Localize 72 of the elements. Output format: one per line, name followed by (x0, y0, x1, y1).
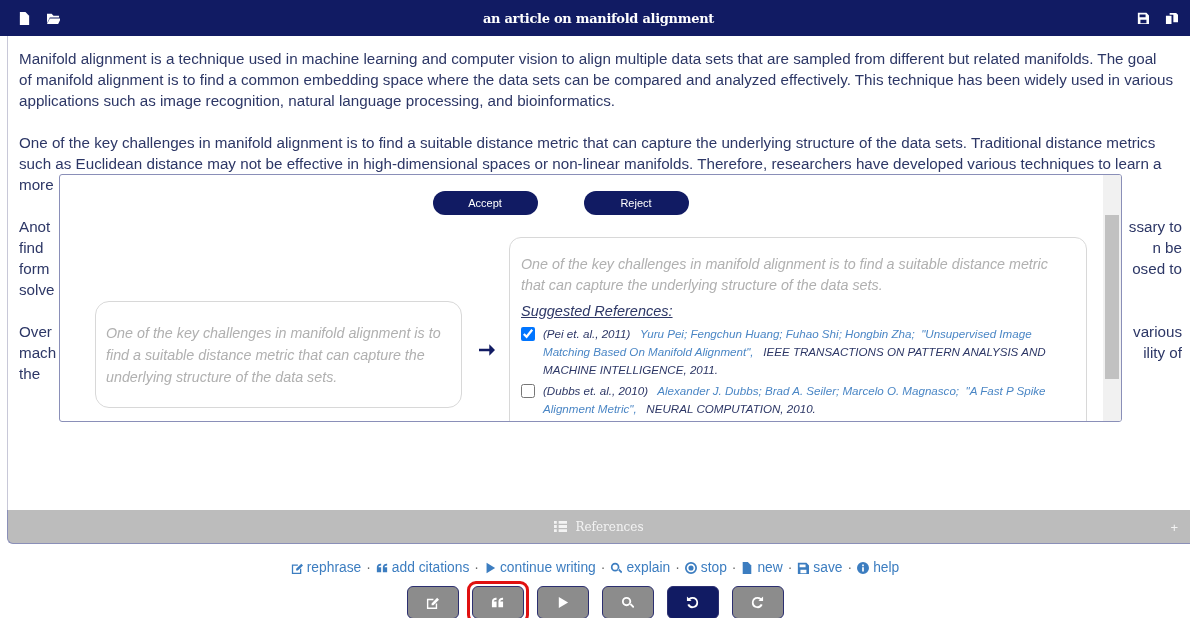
references-heading: Suggested References: (521, 303, 673, 319)
undo-icon (686, 595, 699, 609)
paragraph-text: solve (19, 280, 55, 300)
edit-icon (426, 595, 439, 609)
separator-dot: · (600, 559, 606, 577)
action-link[interactable]: save (797, 558, 843, 579)
scrollbar[interactable] (1103, 175, 1121, 421)
save-icon (797, 562, 810, 575)
action-link[interactable]: new (741, 558, 783, 579)
search-icon (610, 562, 623, 575)
paragraph-text: the (19, 364, 41, 384)
search-icon (621, 595, 634, 609)
document-title: an article on manifold alignment (483, 11, 714, 26)
quote-icon (491, 595, 504, 609)
paragraph-text: of manifold alignment is to find a common embedding space where the data sets can be compared and analyzed effectively. This technique has been widely used in various (19, 70, 1174, 90)
list-icon (554, 520, 568, 533)
redo-icon (751, 595, 764, 609)
paragraph-text: Over (19, 322, 52, 342)
search-button[interactable] (601, 585, 654, 618)
open-folder-button[interactable] (47, 11, 60, 25)
folder-icon (47, 11, 60, 25)
edit-button[interactable] (406, 585, 459, 618)
edit-icon (290, 562, 303, 575)
paragraph-text: Anot (19, 217, 51, 237)
undo-button[interactable] (666, 585, 719, 618)
reference-entry: (Dubbs et. al., 2010) Alexander J. Dubbs; Brad A. Seiler; Marcelo O. Magnasco; "A Fast P Spike Alignment Metric", NEURAL COMPUTATION, 2010. (543, 383, 1047, 417)
paragraph-text: ssary to (1128, 217, 1182, 237)
suggested-text: One of the key challenges in manifold alignment is to find a suitable distance metric that can capture the underlying structure of the data sets. (521, 255, 1049, 295)
paragraph-text: n be (1152, 238, 1182, 258)
new-file-button[interactable] (18, 11, 31, 25)
paragraph-text: One of the key challenges in manifold alignment is to find a suitable distance metric that can capture the underlying structure of the data sets. Traditional distance metrics (19, 133, 1156, 153)
paragraph-text: Manifold alignment is a technique used in machine learning and computer vision to align multiple data sets that are sampled from different but related manifolds. The goal (19, 49, 1157, 69)
file-icon (18, 11, 31, 25)
action-link[interactable]: continue writing (483, 558, 596, 579)
play-icon (556, 595, 569, 609)
accept-button[interactable]: Accept (432, 191, 538, 215)
action-link[interactable]: add citations (375, 558, 470, 579)
reference-entry: (Pei et. al., 2011) Yuru Pei; Fengchun Huang; Fuhao Shi; Hongbin Zha; "Unsupervised Image Matching Based On Manifold Alignment", IEEE TRANSACTIONS ON PATTERN ANALYSIS AND MACHINE INTELLIGENCE, 2011. (543, 326, 1047, 378)
separator-dot: · (847, 559, 853, 577)
paragraph-text: mach (19, 343, 57, 363)
play-button[interactable] (536, 585, 589, 618)
action-link[interactable]: stop (684, 558, 727, 579)
separator-dot: · (731, 559, 737, 577)
arrow-icon (479, 342, 495, 358)
copy-icon (1165, 11, 1178, 25)
reference-checkbox[interactable] (521, 327, 535, 341)
paragraph-text: find (19, 238, 44, 258)
paragraph-text: osed to (1132, 259, 1182, 279)
paragraph-text: such as Euclidean distance may not be effective in high-dimensional spaces or non-linear manifolds. Therefore, researchers have developed various techniques to learn a (19, 154, 1162, 174)
save-icon (1137, 12, 1149, 24)
quote-icon (375, 562, 388, 575)
stop-icon (684, 562, 697, 575)
action-link[interactable]: explain (610, 558, 671, 579)
file-icon (741, 562, 754, 575)
reference-checkbox[interactable] (521, 384, 535, 398)
redo-button[interactable] (731, 585, 784, 618)
paragraph-text: form (19, 259, 50, 279)
action-link[interactable]: help (857, 558, 900, 579)
paragraph-text: various (1133, 322, 1182, 342)
paragraph-text: ility of (1143, 343, 1182, 363)
separator-dot: · (787, 559, 793, 577)
save-button[interactable] (1137, 12, 1149, 24)
paragraph-text: more (19, 175, 54, 195)
copy-button[interactable] (1165, 11, 1178, 25)
separator-dot: · (366, 559, 371, 577)
reject-button[interactable]: Reject (583, 191, 689, 215)
separator-dot: · (675, 559, 680, 577)
action-link[interactable]: rephrase (290, 558, 362, 579)
original-text: One of the key challenges in manifold alignment is to find a suitable distance metric that can capture the underlying structure of the data sets. (106, 323, 442, 387)
separator-dot: · (474, 559, 479, 577)
paragraph-text: applications such as image recognition, natural language processing, and bioinformatics. (19, 91, 616, 111)
info-icon (857, 562, 870, 575)
